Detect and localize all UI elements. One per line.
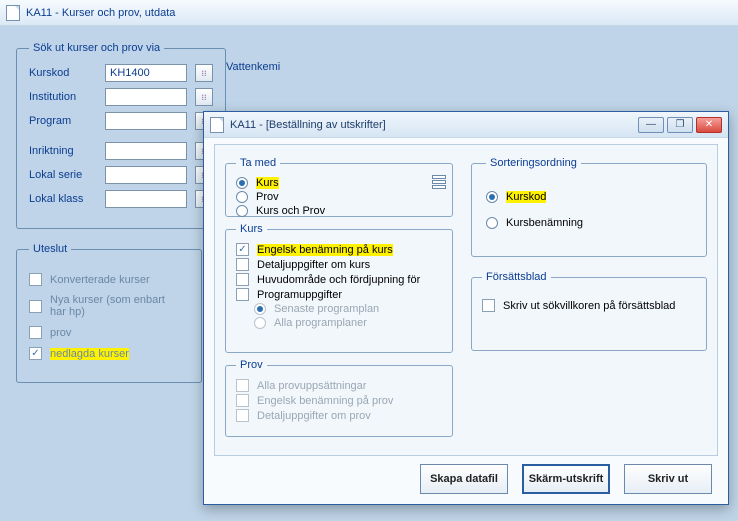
detalj-label: Detaljuppgifter om kurs [257, 259, 370, 271]
maximize-button[interactable]: ❐ [667, 117, 693, 133]
prov-group: Prov Alla provuppsättningar Engelsk benä… [225, 359, 453, 437]
exclude-group: Uteslut Konverterade kurser Nya kurser (… [16, 243, 202, 383]
detaljprov-label: Detaljuppgifter om prov [257, 410, 371, 422]
dialog-body: Ta med Kurs Prov Kurs och Prov Kurs [214, 144, 718, 456]
skapa-label: Skapa datafil [430, 473, 498, 485]
sort-kurskod-radio[interactable] [486, 191, 498, 203]
cover-label: Skriv ut sökvillkoren på försättsblad [503, 300, 675, 312]
inriktning-label: Inriktning [29, 145, 97, 157]
alla-label: Alla programplaner [274, 317, 367, 329]
cover-checkbox[interactable] [482, 299, 495, 312]
nya-label: Nya kurser (som enbart har hp) [50, 294, 170, 318]
senaste-label: Senaste programplan [274, 303, 379, 315]
prov-label: prov [50, 327, 71, 339]
detaljprov-checkbox [236, 409, 249, 422]
program-label: Program [29, 115, 97, 127]
detalj-checkbox[interactable] [236, 258, 249, 271]
tamed-kursochprov-label: Kurs och Prov [256, 205, 325, 217]
engelsk-checkbox[interactable] [236, 243, 249, 256]
lokal-serie-label: Lokal serie [29, 169, 97, 181]
sort-stack-icon [432, 175, 446, 189]
institution-label: Institution [29, 91, 97, 103]
sort-legend: Sorteringsordning [486, 157, 581, 169]
nya-checkbox[interactable] [29, 300, 42, 313]
kurskod-input[interactable] [105, 64, 187, 82]
engelskprov-checkbox [236, 394, 249, 407]
sort-group: Sorteringsordning Kurskod Kursbenämning [471, 157, 707, 257]
client-area: Sök ut kurser och prov via Kurskod ⁝⁝ In… [0, 26, 738, 521]
tamed-kurs-radio[interactable] [236, 177, 248, 189]
programuppg-checkbox[interactable] [236, 288, 249, 301]
nedlagda-label: nedlagda kurser [50, 348, 129, 360]
konverterade-label: Konverterade kurser [50, 274, 150, 286]
lokal-serie-input[interactable] [105, 166, 187, 184]
print-order-dialog: KA11 - [Beställning av utskrifter] — ❐ ✕… [203, 111, 729, 505]
institution-input[interactable] [105, 88, 187, 106]
konverterade-checkbox[interactable] [29, 273, 42, 286]
tamed-kurs-label: Kurs [256, 177, 279, 189]
window-title: KA11 - Kurser och prov, utdata [26, 7, 175, 19]
search-legend: Sök ut kurser och prov via [29, 42, 164, 54]
huvud-checkbox[interactable] [236, 273, 249, 286]
exclude-legend: Uteslut [29, 243, 71, 255]
tamed-group: Ta med Kurs Prov Kurs och Prov [225, 157, 453, 217]
kurs-legend: Kurs [236, 223, 267, 235]
course-name-readout: Vattenkemi [226, 61, 280, 73]
tamed-kursochprov-radio[interactable] [236, 205, 248, 217]
programuppg-label: Programuppgifter [257, 289, 342, 301]
program-input[interactable] [105, 112, 187, 130]
sort-kursben-label: Kursbenämning [506, 217, 583, 229]
sort-kursben-radio[interactable] [486, 217, 498, 229]
skriv-ut-button[interactable]: Skriv ut [624, 464, 712, 494]
main-window-titlebar: KA11 - Kurser och prov, utdata [0, 0, 738, 26]
tamed-legend: Ta med [236, 157, 280, 169]
skapa-datafil-button[interactable]: Skapa datafil [420, 464, 508, 494]
minimize-button[interactable]: — [638, 117, 664, 133]
skarm-label: Skärm-utskrift [529, 473, 604, 485]
engelsk-label: Engelsk benämning på kurs [257, 244, 393, 256]
allaprov-label: Alla provuppsättningar [257, 380, 366, 392]
cover-legend: Försättsblad [482, 271, 551, 283]
close-button[interactable]: ✕ [696, 117, 722, 133]
kurskod-lookup-button[interactable]: ⁝⁝ [195, 64, 213, 82]
alla-radio [254, 317, 266, 329]
lokal-klass-label: Lokal klass [29, 193, 97, 205]
document-icon [6, 5, 20, 21]
allaprov-checkbox [236, 379, 249, 392]
cover-group: Försättsblad Skriv ut sökvillkoren på fö… [471, 271, 707, 351]
institution-lookup-button[interactable]: ⁝⁝ [195, 88, 213, 106]
tamed-prov-label: Prov [256, 191, 279, 203]
huvud-label: Huvudområde och fördjupning för [257, 274, 420, 286]
skriv-label: Skriv ut [648, 473, 688, 485]
prov-checkbox[interactable] [29, 326, 42, 339]
lokal-klass-input[interactable] [105, 190, 187, 208]
dialog-titlebar[interactable]: KA11 - [Beställning av utskrifter] — ❐ ✕ [204, 112, 728, 138]
kurs-group: Kurs Engelsk benämning på kurs Detaljupp… [225, 223, 453, 353]
inriktning-input[interactable] [105, 142, 187, 160]
kurskod-label: Kurskod [29, 67, 97, 79]
senaste-radio [254, 303, 266, 315]
dialog-title: KA11 - [Beställning av utskrifter] [230, 119, 386, 131]
sort-kurskod-label: Kurskod [506, 191, 546, 203]
document-icon [210, 117, 224, 133]
prov-legend: Prov [236, 359, 267, 371]
nedlagda-checkbox[interactable] [29, 347, 42, 360]
search-group: Sök ut kurser och prov via Kurskod ⁝⁝ In… [16, 42, 226, 229]
skarm-utskrift-button[interactable]: Skärm-utskrift [522, 464, 610, 494]
tamed-prov-radio[interactable] [236, 191, 248, 203]
engelskprov-label: Engelsk benämning på prov [257, 395, 393, 407]
